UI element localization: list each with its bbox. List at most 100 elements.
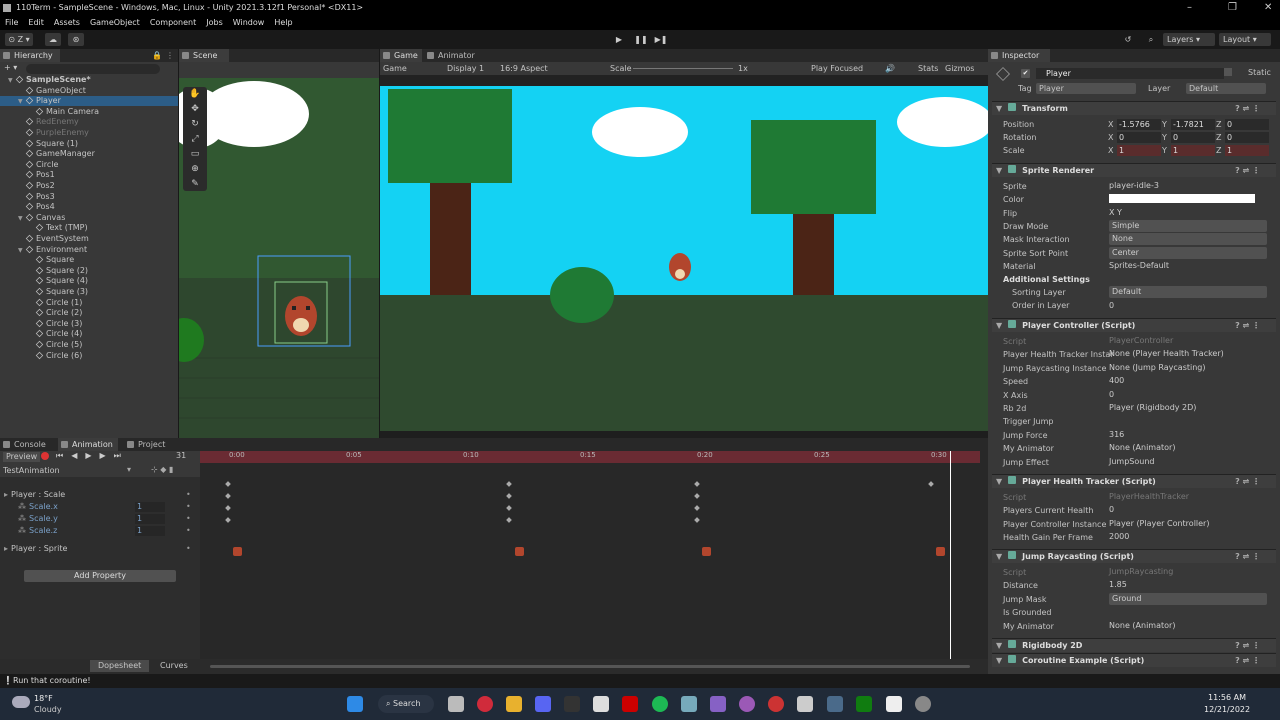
keyframe[interactable]	[506, 505, 512, 511]
animation-property-row[interactable]: ⁂ Scale.x 1 •	[0, 502, 200, 512]
health-tracker-header[interactable]: ▼ Player Health Tracker (Script)? ⇌ ⋮	[992, 474, 1276, 488]
foldout-arrow-icon[interactable]: ▼	[996, 641, 1002, 650]
menu-assets[interactable]: Assets	[54, 16, 80, 30]
health-tracker-value[interactable]: 0	[1109, 504, 1114, 516]
xbox-icon[interactable]	[856, 696, 872, 712]
game-mode-dropdown[interactable]: Game	[383, 62, 407, 75]
player-controller-value[interactable]: None (Animator)	[1109, 442, 1175, 454]
account-dropdown[interactable]: ⊙ Z ▾	[5, 33, 33, 46]
expand-arrow-icon[interactable]: ▼	[18, 214, 26, 224]
add-property-button[interactable]: Add Property	[24, 570, 176, 582]
coroutine-header[interactable]: ▼ Coroutine Example (Script)? ⇌ ⋮	[992, 653, 1276, 667]
jump-raycasting-value[interactable]: JumpRaycasting	[1109, 566, 1173, 578]
transform-header[interactable]: ▼ Transform? ⇌ ⋮	[992, 101, 1276, 115]
hierarchy-item[interactable]: ▼ Player	[0, 96, 178, 107]
sprite-keyframe[interactable]	[936, 547, 945, 556]
taskbar-search[interactable]: ⌕ Search	[378, 695, 434, 713]
property-value-field[interactable]: 1	[135, 502, 165, 512]
health-tracker-value[interactable]: Player (Player Controller)	[1109, 518, 1209, 530]
layout-dropdown[interactable]: Layout ▾	[1219, 33, 1271, 46]
sprite-keyframe[interactable]	[702, 547, 711, 556]
player-controller-value[interactable]: Player (Rigidbody 2D)	[1109, 402, 1196, 414]
hierarchy-item[interactable]: Circle (5)	[0, 340, 178, 350]
foldout-arrow-icon[interactable]: ▼	[996, 552, 1002, 561]
jump-raycasting-value[interactable]: None (Animator)	[1109, 620, 1175, 632]
dopesheet-timeline[interactable]: 0:00 0:05 0:10 0:15 0:20 0:25 0:30	[200, 451, 988, 659]
component-menu-icon[interactable]: ? ⇌ ⋮	[1235, 639, 1260, 653]
property-menu-icon[interactable]: •	[186, 544, 191, 554]
tab-game[interactable]: Game	[380, 49, 422, 62]
unity-icon[interactable]	[886, 696, 902, 712]
health-tracker-value[interactable]: 2000	[1109, 531, 1129, 543]
animation-property-row[interactable]: ▸ Player : Scale •	[0, 490, 200, 500]
close-button[interactable]: ✕	[1264, 0, 1272, 16]
add-keyframe-icon[interactable]: ⊹ ◆ ▮	[151, 465, 173, 474]
foldout-arrow-icon[interactable]: ▼	[996, 656, 1002, 665]
menu-edit[interactable]: Edit	[28, 16, 44, 30]
folder-icon[interactable]	[506, 696, 522, 712]
player-controller-value[interactable]: None (Player Health Tracker)	[1109, 348, 1224, 360]
collab-icon[interactable]: ⊛	[68, 33, 84, 46]
playhead[interactable]	[950, 451, 951, 659]
menu-jobs[interactable]: Jobs	[206, 16, 223, 30]
hierarchy-item[interactable]: Square (1)	[0, 139, 178, 149]
keyframe[interactable]	[506, 493, 512, 499]
player-controller-header[interactable]: ▼ Player Controller (Script)? ⇌ ⋮	[992, 318, 1276, 332]
hierarchy-item[interactable]: Circle (1)	[0, 298, 178, 308]
clip-dropdown[interactable]: TestAnimation	[3, 466, 60, 475]
property-value-field[interactable]: 1	[135, 514, 165, 524]
tab-inspector[interactable]: Inspector	[988, 49, 1050, 62]
keyframe[interactable]	[225, 481, 231, 487]
sprite-renderer-value[interactable]: Center	[1109, 246, 1267, 259]
keyframe[interactable]	[694, 517, 700, 523]
component-menu-icon[interactable]: ? ⇌ ⋮	[1235, 164, 1260, 178]
add-icon[interactable]: + ▾	[4, 63, 17, 72]
hierarchy-item[interactable]: Pos2	[0, 181, 178, 191]
playback-controls[interactable]: ⏮◀▶▶⏭	[56, 451, 129, 461]
keyframe[interactable]	[225, 493, 231, 499]
property-menu-icon[interactable]: •	[186, 502, 191, 512]
keyframe[interactable]	[506, 481, 512, 487]
scene-viewport[interactable]	[179, 78, 379, 438]
component-menu-icon[interactable]: ? ⇌ ⋮	[1235, 102, 1260, 116]
stats-button[interactable]: Stats	[918, 62, 938, 75]
hierarchy-item[interactable]: ▼ Environment	[0, 245, 178, 255]
component-menu-icon[interactable]: ? ⇌ ⋮	[1235, 654, 1260, 668]
cloud-icon[interactable]: ☁	[45, 33, 61, 46]
tab-scene[interactable]: Scene	[179, 49, 229, 62]
jump-raycasting-header[interactable]: ▼ Jump Raycasting (Script)? ⇌ ⋮	[992, 549, 1276, 563]
hierarchy-item[interactable]: Pos4	[0, 202, 178, 212]
component-menu-icon[interactable]: ? ⇌ ⋮	[1235, 550, 1260, 564]
spotify-icon[interactable]	[652, 696, 668, 712]
sprite-renderer-header[interactable]: ▼ Sprite Renderer? ⇌ ⋮	[992, 163, 1276, 177]
curves-button[interactable]: Curves	[152, 660, 196, 672]
sprite-renderer-value[interactable]: player-idle-3	[1109, 180, 1159, 192]
hierarchy-item[interactable]: Pos1	[0, 170, 178, 180]
hierarchy-item[interactable]: Text (TMP)	[0, 223, 178, 233]
gizmos-dropdown[interactable]: Gizmos	[945, 62, 974, 75]
foldout-arrow-icon[interactable]: ▼	[996, 166, 1002, 175]
property-menu-icon[interactable]: •	[186, 514, 191, 524]
windows-start-icon[interactable]	[347, 696, 363, 712]
hierarchy-item[interactable]: ▼ SampleScene*	[0, 75, 178, 85]
jump-raycasting-value[interactable]: Ground	[1109, 592, 1267, 605]
hierarchy-item[interactable]: PurpleEnemy	[0, 128, 178, 138]
player-controller-value[interactable]: None (Jump Raycasting)	[1109, 362, 1206, 374]
dopesheet-button[interactable]: Dopesheet	[90, 660, 150, 672]
hierarchy-item[interactable]: Square (3)	[0, 287, 178, 297]
steam-icon[interactable]	[827, 696, 843, 712]
sprite-renderer-value[interactable]: None	[1109, 233, 1267, 246]
minimize-button[interactable]: –	[1187, 0, 1192, 16]
hierarchy-item[interactable]: Main Camera	[0, 107, 178, 117]
jump-raycasting-value[interactable]: 1.85	[1109, 579, 1127, 591]
github-icon[interactable]	[739, 696, 755, 712]
hierarchy-item[interactable]: Square	[0, 255, 178, 265]
player-controller-value[interactable]: 400	[1109, 375, 1124, 387]
settings-icon[interactable]	[915, 696, 931, 712]
keyframe[interactable]	[506, 517, 512, 523]
hierarchy-item[interactable]: Pos3	[0, 192, 178, 202]
tab-console[interactable]: Console	[0, 438, 52, 451]
timeline-scrollbar[interactable]	[210, 665, 970, 668]
opera-icon[interactable]	[477, 696, 493, 712]
sprite-keyframe[interactable]	[233, 547, 242, 556]
